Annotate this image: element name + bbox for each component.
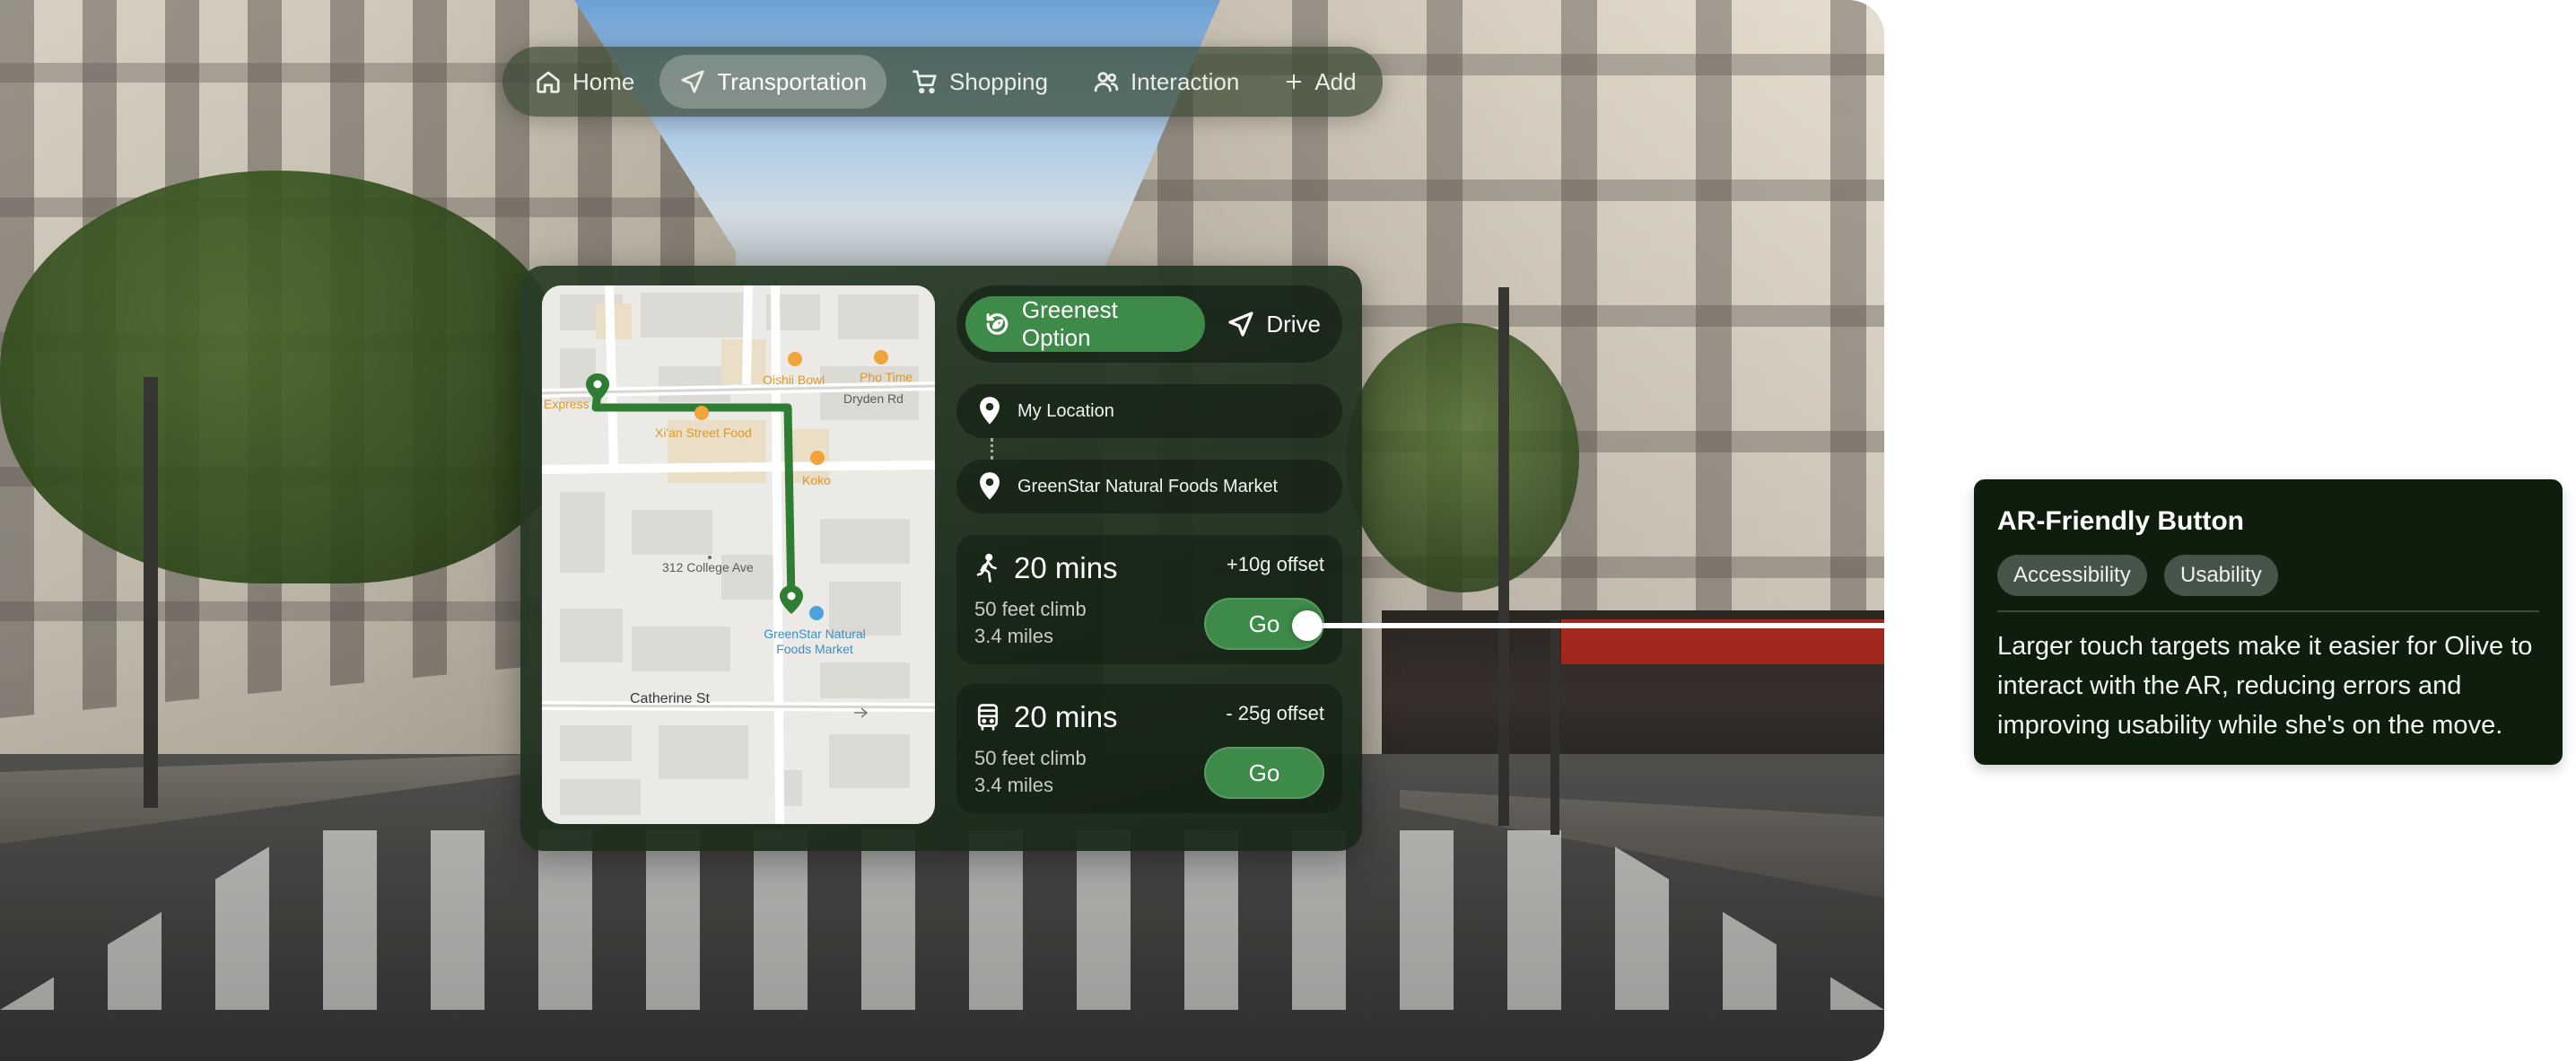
route-dotted-connector [991, 438, 994, 460]
navigation-arrow-icon [681, 70, 704, 93]
location-pin-icon [980, 472, 1000, 500]
route-climb: 50 feet climb [974, 747, 1087, 769]
map-street-dryden-rd: Dryden Rd [843, 391, 904, 406]
route-time-label: 20 mins [1014, 700, 1118, 733]
greenest-option-button[interactable]: Greenest Option [965, 296, 1206, 352]
annotation-body: Larger touch targets make it easier for … [1997, 632, 2533, 740]
route-climb: 50 feet climb [974, 598, 1087, 620]
map-poi-koko: Koko [802, 473, 831, 487]
nav-transportation[interactable]: Transportation [659, 55, 887, 109]
drive-label: Drive [1266, 310, 1321, 338]
nav-add[interactable]: Add [1264, 55, 1375, 109]
tag-accessibility: Accessibility [1997, 555, 2147, 596]
map-street-college-ave: 312 College Ave [662, 560, 754, 574]
annotation-connector-line [1319, 623, 1886, 628]
navigation-arrow-icon [1228, 311, 1253, 337]
route-time-label: 20 mins [1014, 551, 1118, 584]
walking-icon [976, 553, 997, 583]
cart-icon [913, 70, 937, 94]
drive-button[interactable]: Drive [1214, 296, 1333, 352]
nav-add-label: Add [1314, 67, 1357, 95]
map-destination-line-1: GreenStar Natural [764, 627, 866, 641]
nav-transportation-label: Transportation [717, 67, 868, 95]
annotation-connector-dot [1292, 610, 1323, 641]
route-map[interactable]: Oishii Bowl Pho Time Xi'an Street Food K… [542, 285, 935, 824]
greenest-option-label: Greenest Option [1021, 296, 1118, 351]
destination-label: GreenStar Natural Foods Market [1017, 476, 1279, 496]
map-poi-express: Express [544, 397, 589, 411]
nav-shopping[interactable]: Shopping [892, 55, 1068, 109]
home-icon [537, 71, 560, 93]
annotation-card: AR-Friendly Button Accessibility Usabili… [1974, 479, 2563, 765]
route-time: 20 mins [974, 551, 1118, 585]
map-street-catherine-st: Catherine St [630, 691, 710, 706]
location-pin-icon [980, 397, 1000, 425]
carbon-offset: +10g offset [1226, 553, 1324, 575]
origin-label: My Location [1017, 400, 1114, 421]
map-poi-oishii-bowl: Oishii Bowl [763, 373, 825, 387]
route-option-bus[interactable]: 20 mins - 25g offset 50 feet climb 3.4 m… [956, 684, 1342, 813]
route-distance: 3.4 miles [974, 625, 1054, 647]
origin-field[interactable]: My Location [956, 384, 1342, 438]
users-icon [1094, 72, 1119, 92]
transportation-panel: Oishii Bowl Pho Time Xi'an Street Food K… [520, 266, 1362, 851]
destination-field[interactable]: GreenStar Natural Foods Market [956, 460, 1342, 513]
map-destination-label: GreenStar Natural Foods Market [763, 627, 867, 657]
eco-refresh-icon [986, 313, 1009, 335]
stage: Home Transportation Shopping Interaction… [0, 0, 2576, 1061]
tag-usability: Usability [2164, 555, 2278, 596]
route-distance: 3.4 miles [974, 774, 1054, 796]
plus-icon [1287, 74, 1302, 90]
map-poi-pho-time: Pho Time [860, 370, 913, 384]
carbon-offset: - 25g offset [1226, 702, 1324, 724]
annotation-title: AR-Friendly Button [1997, 506, 2244, 536]
map-graphics [542, 285, 935, 824]
map-poi-xian-street-food: Xi'an Street Food [655, 425, 752, 440]
map-destination-line-2: Foods Market [776, 642, 853, 656]
top-navigation-bar: Home Transportation Shopping Interaction… [502, 47, 1383, 117]
travel-mode-toggle: Greenest Option Drive [956, 285, 1342, 363]
annotation-divider [1997, 610, 2539, 612]
nav-home[interactable]: Home [515, 55, 654, 109]
go-button[interactable]: Go [1204, 747, 1324, 799]
nav-shopping-label: Shopping [949, 67, 1048, 95]
route-option-walk[interactable]: 20 mins +10g offset 50 feet climb 3.4 mi… [956, 535, 1342, 664]
bus-icon [977, 704, 999, 731]
route-time: 20 mins [974, 700, 1118, 734]
nav-interaction-label: Interaction [1130, 67, 1240, 95]
nav-interaction[interactable]: Interaction [1073, 55, 1259, 109]
nav-home-label: Home [572, 67, 635, 95]
